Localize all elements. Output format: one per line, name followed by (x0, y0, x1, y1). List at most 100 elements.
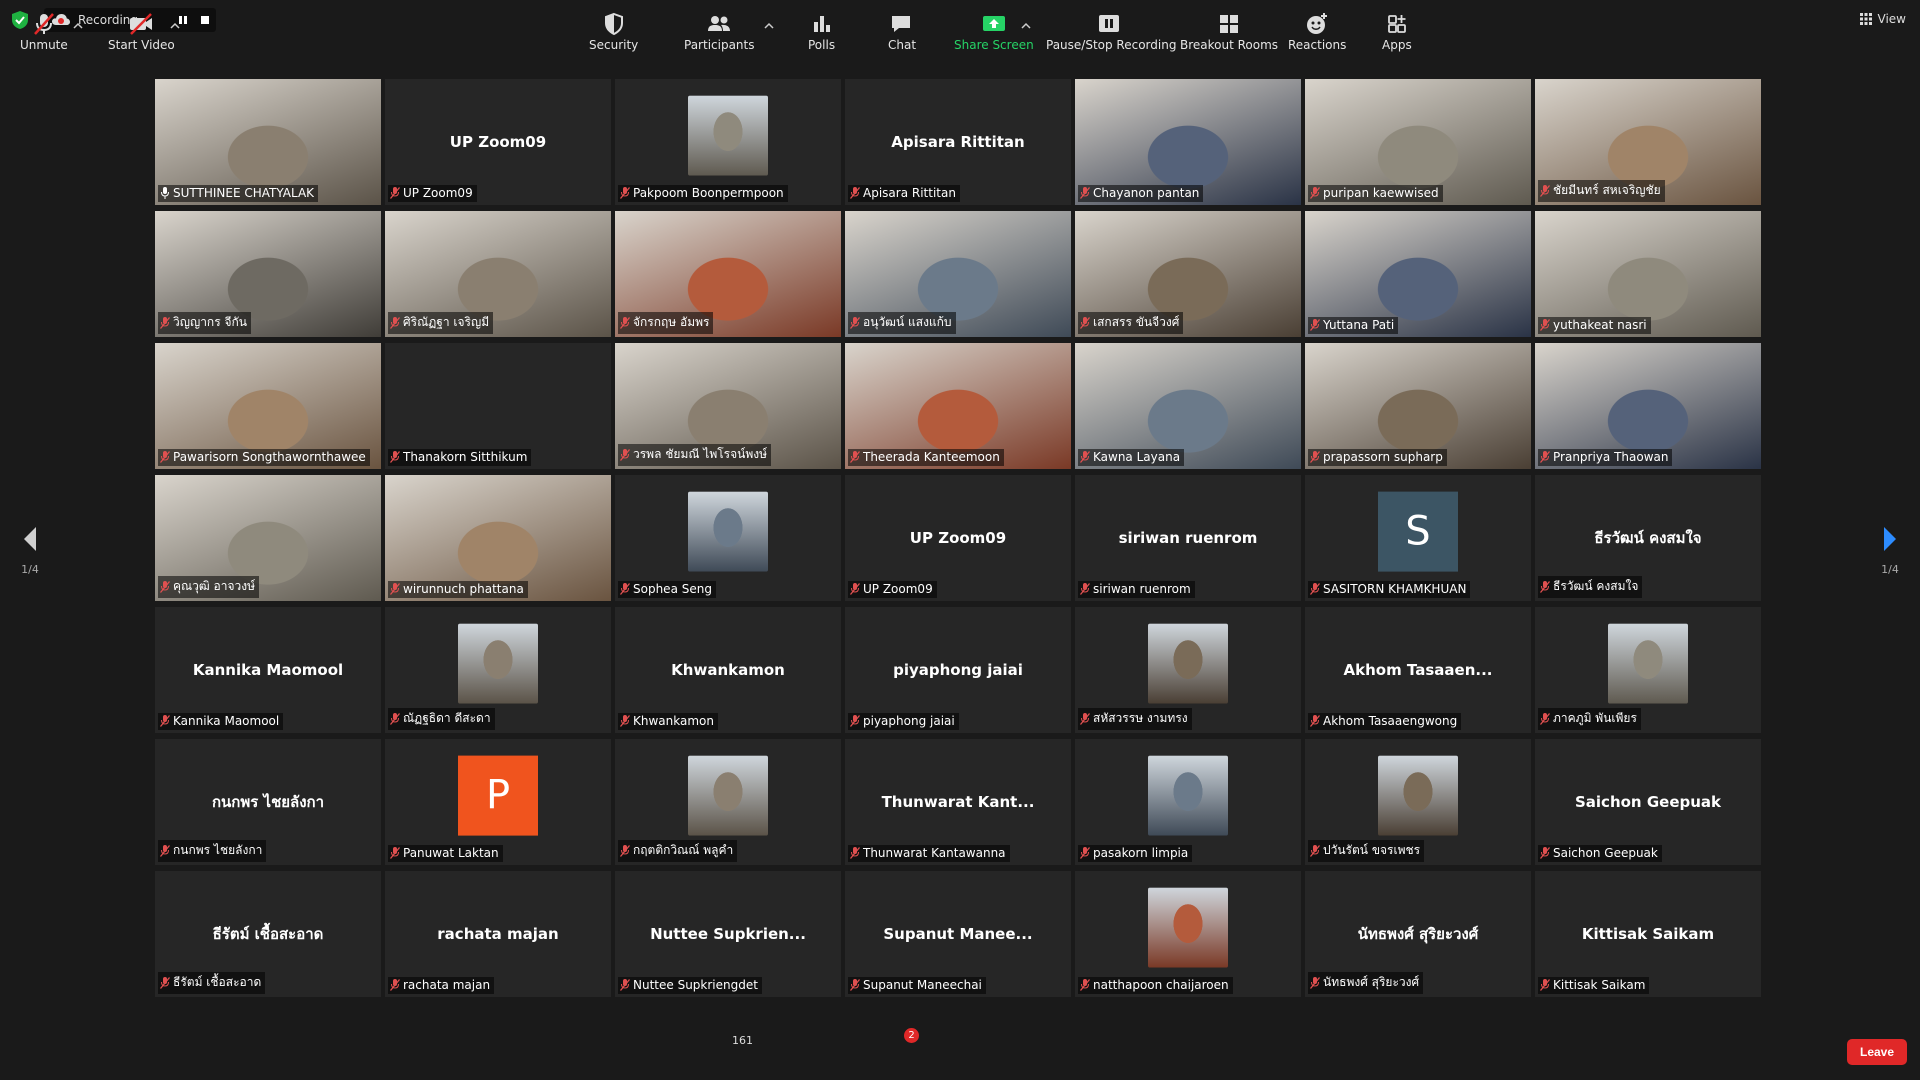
participant-tile[interactable]: Thunwarat Kant... Thunwarat Kantawanna (845, 739, 1071, 865)
microphone-muted-icon (1310, 319, 1320, 331)
participant-tile[interactable]: rachata majan rachata majan (385, 871, 611, 997)
microphone-muted-icon (620, 583, 630, 595)
audio-options-caret-icon[interactable] (73, 22, 83, 30)
participant-tile[interactable]: Kawna Layana (1075, 343, 1301, 469)
microphone-muted-icon (390, 979, 400, 991)
participant-tile[interactable]: wirunnuch phattana (385, 475, 611, 601)
breakout-rooms-button[interactable]: Breakout Rooms (1180, 12, 1278, 52)
microphone-muted-icon (1310, 715, 1320, 727)
participant-tile[interactable]: UP Zoom09 UP Zoom09 (385, 79, 611, 205)
participant-tile[interactable]: S SASITORN KHAMKHUAN (1305, 475, 1531, 601)
microphone-muted-icon (390, 847, 400, 859)
participant-tile[interactable]: กนกพร ไชยลังกา กนกพร ไชยลังกา (155, 739, 381, 865)
participant-tile[interactable]: เสกสรร ขันจีวงศ์ (1075, 211, 1301, 337)
participant-tile[interactable]: Sophea Seng (615, 475, 841, 601)
participant-tile[interactable]: pasakorn limpia (1075, 739, 1301, 865)
participant-tile[interactable]: สหัสวรรษ งามทรง (1075, 607, 1301, 733)
participant-tile[interactable]: Khwankamon Khwankamon (615, 607, 841, 733)
participant-tile[interactable]: วรพล ชัยมณี ไพโรจน์พงษ์ (615, 343, 841, 469)
participant-tile[interactable]: Pranpriya Thaowan (1535, 343, 1761, 469)
participant-tile[interactable]: กฤตติกวิณณ์ พลูคำ (615, 739, 841, 865)
participant-tile[interactable]: ณัฏฐธิดา ดีสะดา (385, 607, 611, 733)
microphone-muted-icon (1080, 712, 1090, 725)
participant-tile[interactable]: Yuttana Pati (1305, 211, 1531, 337)
unmute-button[interactable]: Unmute (20, 12, 68, 52)
chat-bubble-icon (892, 16, 911, 32)
participant-tile[interactable]: นัทธพงศ์ สุริยะวงศ์ นัทธพงศ์ สุริยะวงศ์ (1305, 871, 1531, 997)
chat-button[interactable]: Chat (888, 12, 916, 52)
stop-recording-button[interactable] (194, 10, 216, 30)
microphone-muted-icon (1310, 451, 1320, 463)
participant-name-label: ณัฏฐธิดา ดีสะดา (388, 708, 495, 730)
pause-stop-recording-button[interactable]: Pause/Stop Recording (1046, 12, 1176, 52)
participant-tile[interactable]: ชัยมีนทร์ สหเจริญชัย (1535, 79, 1761, 205)
participants-button[interactable]: Participants (684, 12, 755, 52)
security-button[interactable]: Security (589, 12, 638, 52)
participant-name: Kittisak Saikam (1553, 978, 1646, 992)
apps-button[interactable]: Apps (1382, 12, 1412, 52)
participant-name: rachata majan (403, 978, 491, 992)
polls-button[interactable]: Polls (808, 12, 835, 52)
participant-tile[interactable]: Thanakorn Sitthikum (385, 343, 611, 469)
participant-tile[interactable]: ศิริณัฏฐา เจริญมี (385, 211, 611, 337)
participants-options-caret-icon[interactable] (764, 22, 774, 30)
participant-name-label: สหัสวรรษ งามทรง (1078, 708, 1192, 730)
participant-name-label: Pakpoom Boonpermpoon (618, 185, 788, 202)
participant-tile[interactable]: Akhom Tasaaen... Akhom Tasaaengwong (1305, 607, 1531, 733)
participant-tile[interactable]: ปวันรัตน์ ขจรเพชร (1305, 739, 1531, 865)
share-screen-button[interactable]: Share Screen (954, 12, 1034, 52)
participant-tile[interactable]: yuthakeat nasri (1535, 211, 1761, 337)
leave-button[interactable]: Leave (1847, 1039, 1907, 1065)
center-display-name: UP Zoom09 (909, 529, 1007, 547)
previous-page-button[interactable]: 1/4 (10, 525, 50, 576)
participant-tile[interactable]: siriwan ruenrom siriwan ruenrom (1075, 475, 1301, 601)
view-button[interactable]: View (1859, 12, 1906, 26)
video-options-caret-icon[interactable] (170, 22, 180, 30)
microphone-muted-icon (160, 451, 170, 463)
participant-tile[interactable]: Pakpoom Boonpermpoon (615, 79, 841, 205)
participant-tile[interactable]: ธีรัตม์ เชื้อสะอาด ธีรัตม์ เชื้อสะอาด (155, 871, 381, 997)
participant-tile[interactable]: จักรกฤษ อัมพร (615, 211, 841, 337)
participant-tile[interactable]: Theerada Kanteemoon (845, 343, 1071, 469)
participant-tile[interactable]: piyaphong jaiai piyaphong jaiai (845, 607, 1071, 733)
participant-tile[interactable]: Pawarisorn Songthawornthawee (155, 343, 381, 469)
microphone-muted-icon (1540, 319, 1550, 331)
participant-tile[interactable]: ธีรวัฒน์ คงสมใจ ธีรวัฒน์ คงสมใจ (1535, 475, 1761, 601)
microphone-muted-icon (850, 187, 860, 199)
participant-tile[interactable]: Supanut Manee... Supanut Maneechai (845, 871, 1071, 997)
participant-tile[interactable]: Kannika Maomool Kannika Maomool (155, 607, 381, 733)
microphone-muted-icon (620, 187, 630, 199)
participant-name-label: ชัยมีนทร์ สหเจริญชัย (1538, 180, 1665, 202)
participant-tile[interactable]: natthapoon chaijaroen (1075, 871, 1301, 997)
microphone-muted-icon (1310, 976, 1320, 989)
participant-tile[interactable]: puripan kaewwised (1305, 79, 1531, 205)
reactions-button[interactable]: Reactions (1288, 12, 1346, 52)
participant-tile[interactable]: ภาคภูมิ พันเพียร (1535, 607, 1761, 733)
participant-tile[interactable]: Saichon Geepuak Saichon Geepuak (1535, 739, 1761, 865)
security-label: Security (589, 38, 639, 52)
participant-tile[interactable]: Apisara Rittitan Apisara Rittitan (845, 79, 1071, 205)
start-video-button[interactable]: Start Video (108, 12, 175, 52)
next-page-button[interactable]: 1/4 (1870, 525, 1910, 576)
participant-name-label: Kannika Maomool (158, 713, 284, 730)
participant-tile[interactable]: คุณวุฒิ อาจวงษ์ (155, 475, 381, 601)
participant-name-label: siriwan ruenrom (1078, 581, 1195, 598)
participant-name-label: เสกสรร ขันจีวงศ์ (1078, 312, 1184, 334)
participant-tile[interactable]: อนุวัฒน์ แสงแก้บ (845, 211, 1071, 337)
center-display-name: กนกพร ไชยลังกา (211, 793, 325, 811)
participant-name: Sophea Seng (633, 582, 712, 596)
participant-tile[interactable]: Nuttee Supkrien... Nuttee Supkriengdet (615, 871, 841, 997)
participant-name: Thanakorn Sitthikum (403, 450, 528, 464)
participant-name-label: Thunwarat Kantawanna (848, 845, 1010, 862)
participant-tile[interactable]: Kittisak Saikam Kittisak Saikam (1535, 871, 1761, 997)
participant-name-label: ศิริณัฏฐา เจริญมี (388, 312, 494, 334)
participant-tile[interactable]: Chayanon pantan (1075, 79, 1301, 205)
profile-picture (1148, 755, 1228, 836)
participant-tile[interactable]: UP Zoom09 UP Zoom09 (845, 475, 1071, 601)
share-options-caret-icon[interactable] (1021, 22, 1031, 30)
participant-tile[interactable]: วิญญากร จีกัน (155, 211, 381, 337)
participant-tile[interactable]: prapassorn supharp (1305, 343, 1531, 469)
participant-name: Kannika Maomool (173, 714, 280, 728)
participant-tile[interactable]: SUTTHINEE CHATYALAK (155, 79, 381, 205)
participant-tile[interactable]: P Panuwat Laktan (385, 739, 611, 865)
